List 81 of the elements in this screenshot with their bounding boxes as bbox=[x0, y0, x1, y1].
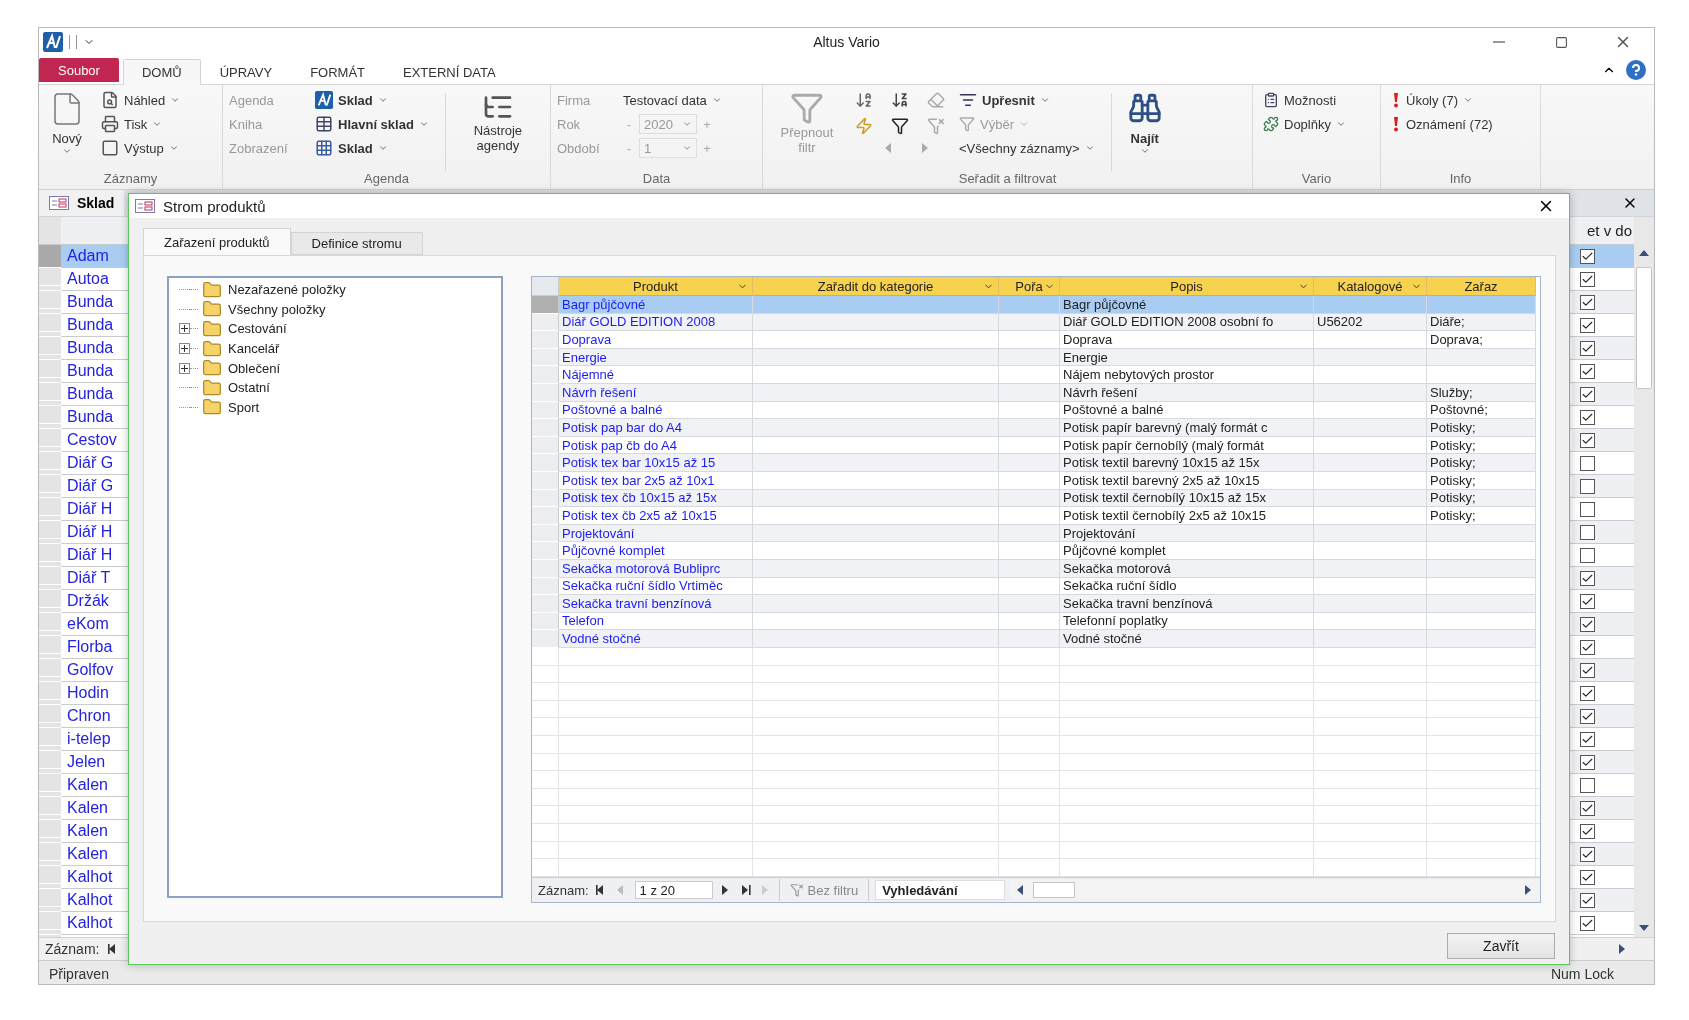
agenda-tools-button[interactable]: Nástroje agendy bbox=[457, 89, 538, 171]
tree-item[interactable]: Sport bbox=[228, 399, 260, 415]
close-dialog-button[interactable]: Zavřít bbox=[1447, 933, 1555, 959]
records-dropdown[interactable]: <Všechny záznamy> bbox=[955, 137, 1099, 159]
column-header[interactable]: Popis bbox=[1060, 277, 1314, 296]
group-label: Seřadit a filtrovat bbox=[958, 171, 1057, 188]
agenda-dropdown[interactable]: Hlavní sklad bbox=[311, 113, 433, 135]
table-cell: Doprava bbox=[1060, 331, 1314, 349]
group-label: Agenda bbox=[364, 171, 409, 188]
table-cell: Potisky; bbox=[1427, 507, 1536, 525]
group-label: Vario bbox=[1301, 171, 1332, 188]
table-cell[interactable]: Nájemné bbox=[559, 366, 753, 384]
search-field[interactable]: Vyhledávání bbox=[875, 880, 1006, 900]
table-cell: Sekačka travní benzínová bbox=[1060, 595, 1314, 613]
tree-item[interactable]: Oblečení bbox=[228, 360, 281, 376]
company-dropdown[interactable]: Testovací data bbox=[619, 89, 726, 111]
field-label: Zobrazení bbox=[229, 140, 289, 156]
column-header[interactable]: Katalogové bbox=[1314, 277, 1427, 296]
table-cell: Potisky; bbox=[1427, 419, 1536, 437]
tree-item[interactable]: Všechny položky bbox=[228, 301, 326, 317]
record-position-field[interactable]: 1 z 20 bbox=[634, 881, 713, 899]
field-label: Firma bbox=[557, 92, 592, 108]
record-nav-label: Záznam: bbox=[538, 882, 589, 898]
ribbon-button[interactable]: Tisk bbox=[97, 113, 185, 135]
ribbon-tab[interactable]: ÚPRAVY bbox=[200, 59, 292, 85]
new-record-button[interactable]: Nový bbox=[45, 89, 89, 171]
status-text: Připraven bbox=[49, 966, 109, 982]
dialog-title: Strom produktů bbox=[163, 197, 266, 215]
tree-item[interactable]: Ostatní bbox=[228, 380, 270, 396]
field-label: Kniha bbox=[229, 116, 264, 132]
table-cell: Potisk textil barevný 10x15 až 15x bbox=[1060, 454, 1314, 472]
table-cell[interactable]: Potisk pap bar do A4 bbox=[559, 419, 753, 437]
table-cell: Nájem nebytových prostor bbox=[1060, 366, 1314, 384]
ribbon-button[interactable]: Výstup bbox=[97, 137, 185, 159]
ribbon-button[interactable]: Oznámení (72) bbox=[1387, 113, 1497, 135]
column-header[interactable]: Pořa bbox=[999, 277, 1060, 296]
ribbon-button[interactable]: Úkoly (7) bbox=[1387, 89, 1497, 111]
status-text: Num Lock bbox=[1550, 966, 1614, 982]
table-cell: Vodné stočné bbox=[1060, 630, 1314, 648]
window-title: Altus Vario bbox=[812, 34, 881, 50]
column-header[interactable]: Zařaz bbox=[1427, 277, 1536, 296]
table-cell[interactable]: Sekačka travní benzínová bbox=[559, 595, 753, 613]
table-cell: Potisk papír barevný (malý formát c bbox=[1060, 419, 1314, 437]
ribbon-tab[interactable]: DOMŮ bbox=[122, 59, 201, 85]
agenda-dropdown[interactable]: Sklad bbox=[311, 137, 392, 159]
table-cell[interactable]: Bagr půjčovné bbox=[559, 296, 753, 314]
ribbon-button[interactable]: Možnosti bbox=[1259, 89, 1350, 111]
field-label: Agenda bbox=[229, 92, 275, 108]
tree-item[interactable]: Kancelář bbox=[228, 341, 280, 357]
table-cell: Doprava; bbox=[1427, 331, 1536, 349]
column-header[interactable]: Produkt bbox=[559, 277, 753, 296]
file-menu-tab[interactable]: Soubor bbox=[39, 58, 119, 82]
table-cell[interactable]: Vodné stočné bbox=[559, 630, 753, 648]
ribbon-button[interactable]: Náhled bbox=[97, 89, 185, 111]
group-label: Záznamy bbox=[103, 171, 158, 188]
ribbon-tab[interactable]: EXTERNÍ DATA bbox=[384, 59, 515, 85]
record-nav-label: Záznam: bbox=[45, 941, 100, 957]
column-header[interactable]: Zařadit do kategorie bbox=[753, 277, 999, 296]
group-label: Data bbox=[642, 171, 671, 188]
ribbon-tab[interactable]: FORMÁT bbox=[291, 59, 385, 85]
find-button[interactable]: Najít bbox=[1123, 89, 1166, 171]
group-label: Info bbox=[1449, 171, 1472, 188]
table-cell: Půjčovné komplet bbox=[1060, 542, 1314, 560]
tree-item[interactable]: Cestování bbox=[228, 321, 287, 337]
column-header: et v do bbox=[1572, 217, 1634, 245]
ribbon-button[interactable]: Doplňky bbox=[1259, 113, 1350, 135]
refine-button[interactable]: Upřesnit bbox=[955, 89, 1099, 111]
table-cell: Potisky; bbox=[1427, 454, 1536, 472]
table-cell: Bagr půjčovné bbox=[1060, 296, 1314, 314]
table-cell[interactable]: Potisk tex bar 10x15 až 15 bbox=[559, 454, 753, 472]
table-cell: Potisk textil černobílý 2x5 až 10x15 bbox=[1060, 507, 1314, 525]
document-tab[interactable]: Sklad bbox=[39, 190, 125, 216]
field-label: Rok bbox=[557, 116, 582, 132]
tab[interactable]: Definice stromu bbox=[290, 232, 423, 255]
table-cell[interactable]: Půjčovné komplet bbox=[559, 542, 753, 560]
tab[interactable]: Zařazení produktů bbox=[143, 228, 291, 255]
field-label: Období bbox=[557, 140, 601, 156]
tree-item[interactable]: Nezařazené položky bbox=[228, 282, 346, 298]
table-cell[interactable]: Doprava bbox=[559, 331, 753, 349]
agenda-dropdown[interactable]: Sklad bbox=[311, 89, 392, 111]
table-cell[interactable]: Potisk tex čb 2x5 až 10x15 bbox=[559, 507, 753, 525]
